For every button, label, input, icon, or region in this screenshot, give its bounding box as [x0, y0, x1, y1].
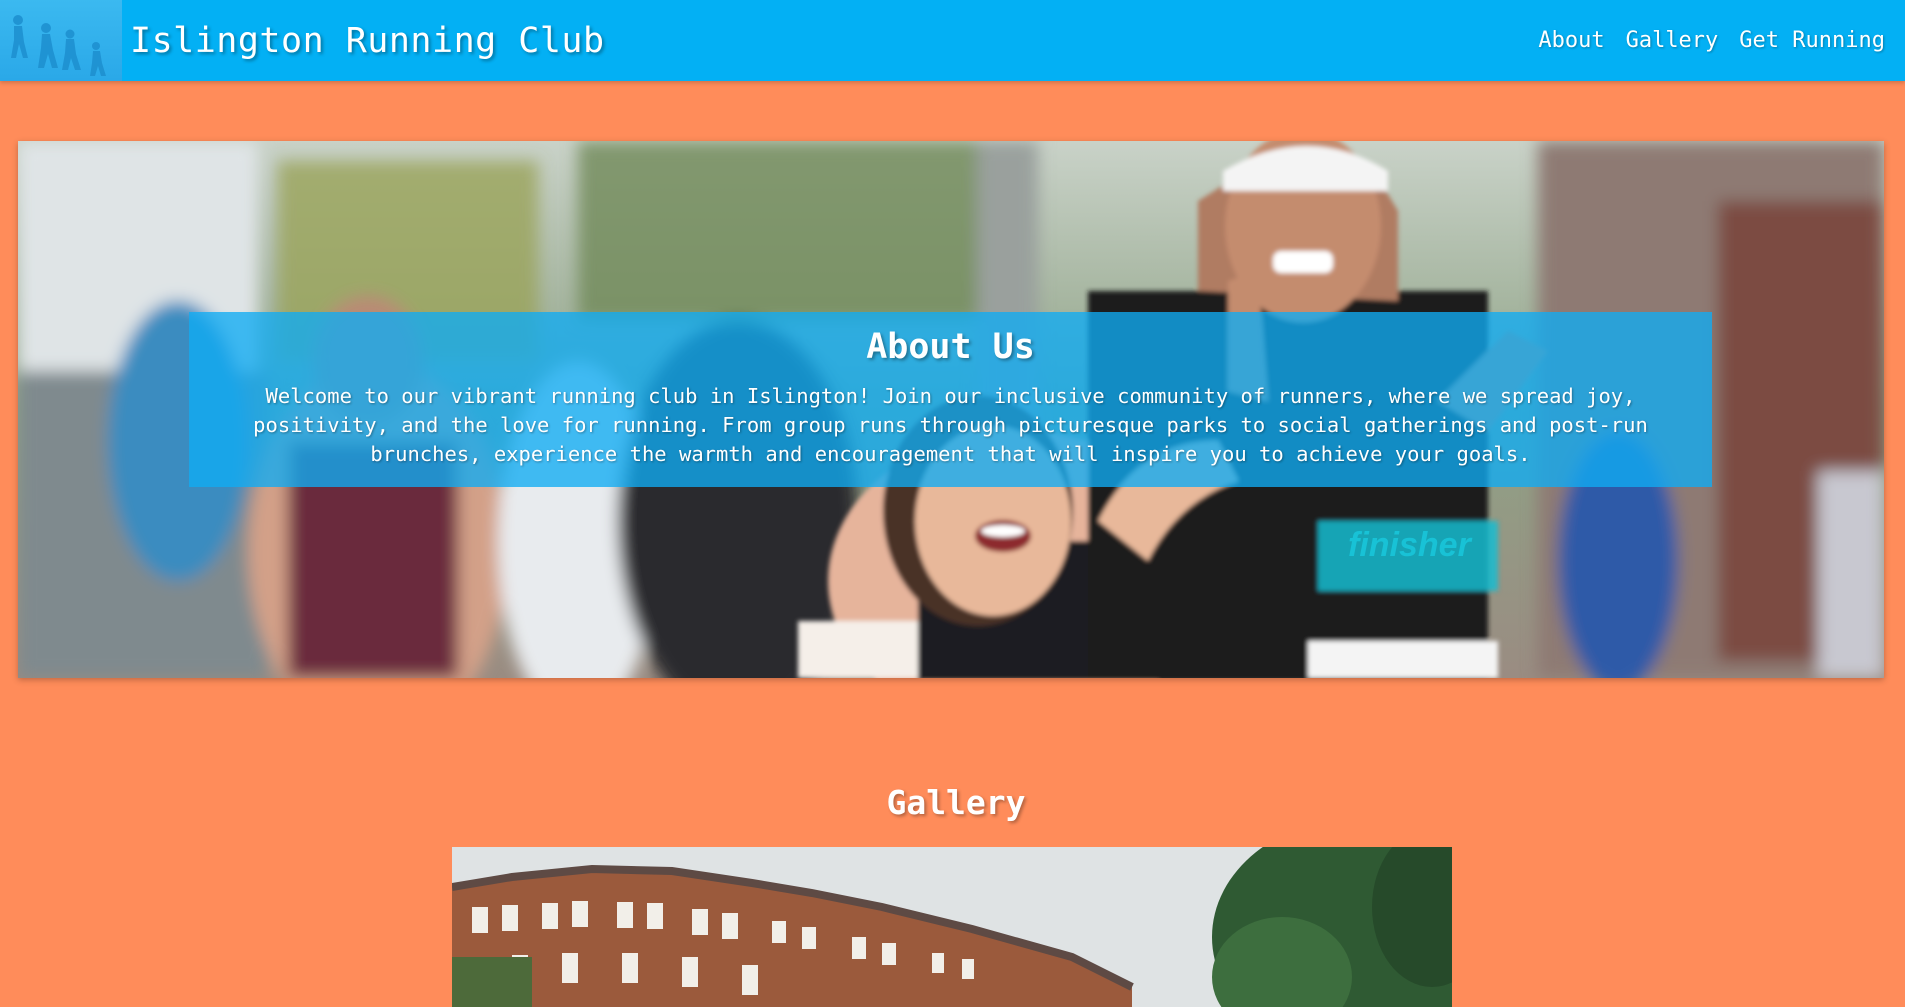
terraced-houses-photo — [452, 847, 1452, 1007]
gallery-heading: Gallery — [886, 783, 1026, 822]
runners-logo-icon[interactable] — [0, 0, 122, 81]
about-hero-section: finisher About Us Welcome to our vibrant… — [18, 141, 1884, 678]
nav-link-get-running[interactable]: Get Running — [1739, 26, 1885, 56]
about-box: About Us Welcome to our vibrant running … — [189, 312, 1712, 487]
finisher-shirt-text: finisher — [1348, 526, 1473, 564]
about-heading: About Us — [866, 327, 1035, 367]
site-title[interactable]: Islington Running Club — [130, 20, 605, 62]
gallery-image[interactable] — [452, 847, 1452, 1007]
top-navbar: Islington Running Club About Gallery Get… — [0, 0, 1905, 81]
nav-link-gallery[interactable]: Gallery — [1626, 26, 1719, 56]
about-description: Welcome to our vibrant running club in I… — [253, 384, 1648, 466]
main-nav: About Gallery Get Running — [1538, 26, 1885, 56]
nav-link-about[interactable]: About — [1538, 26, 1604, 56]
